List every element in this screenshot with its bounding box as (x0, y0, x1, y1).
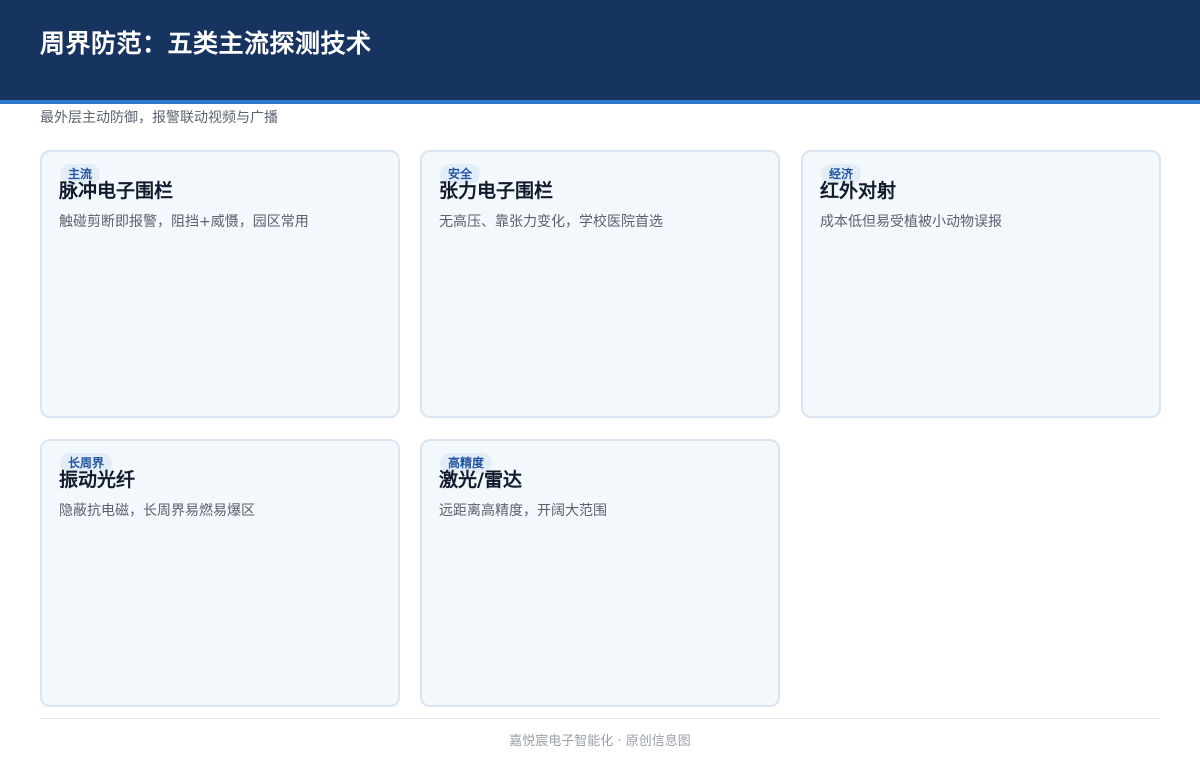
card-tension-fence: 安全 张力电子围栏 无高压、靠张力变化，学校医院首选 (420, 150, 780, 418)
card-description: 隐蔽抗电磁，长周界易燃易爆区 (59, 503, 255, 519)
card-description: 触碰剪断即报警，阻挡+威慑，园区常用 (59, 214, 309, 230)
card-title: 张力电子围栏 (439, 180, 554, 202)
card-infrared-beam: 经济 红外对射 成本低但易受植被小动物误报 (801, 150, 1161, 418)
card-title: 振动光纤 (59, 469, 136, 491)
card-title: 红外对射 (820, 180, 897, 202)
header-bar: 周界防范：五类主流探测技术 (0, 0, 1200, 100)
card-description: 成本低但易受植被小动物误报 (820, 214, 1002, 230)
card-title: 激光/雷达 (439, 469, 522, 491)
header-accent-line (0, 100, 1200, 104)
card-pulse-fence: 主流 脉冲电子围栏 触碰剪断即报警，阻挡+威慑，园区常用 (40, 150, 400, 418)
card-title: 脉冲电子围栏 (59, 180, 174, 202)
page-title: 周界防范：五类主流探测技术 (40, 29, 372, 58)
card-description: 无高压、靠张力变化，学校医院首选 (439, 214, 663, 230)
card-vibration-fiber: 长周界 振动光纤 隐蔽抗电磁，长周界易燃易爆区 (40, 439, 400, 707)
page-subtitle: 最外层主动防御，报警联动视频与广播 (40, 110, 278, 126)
footer-credit: 嘉悦宸电子智能化 · 原创信息图 (509, 734, 691, 749)
card-description: 远距离高精度，开阔大范围 (439, 503, 607, 519)
footer-divider (40, 718, 1160, 719)
card-laser-radar: 高精度 激光/雷达 远距离高精度，开阔大范围 (420, 439, 780, 707)
